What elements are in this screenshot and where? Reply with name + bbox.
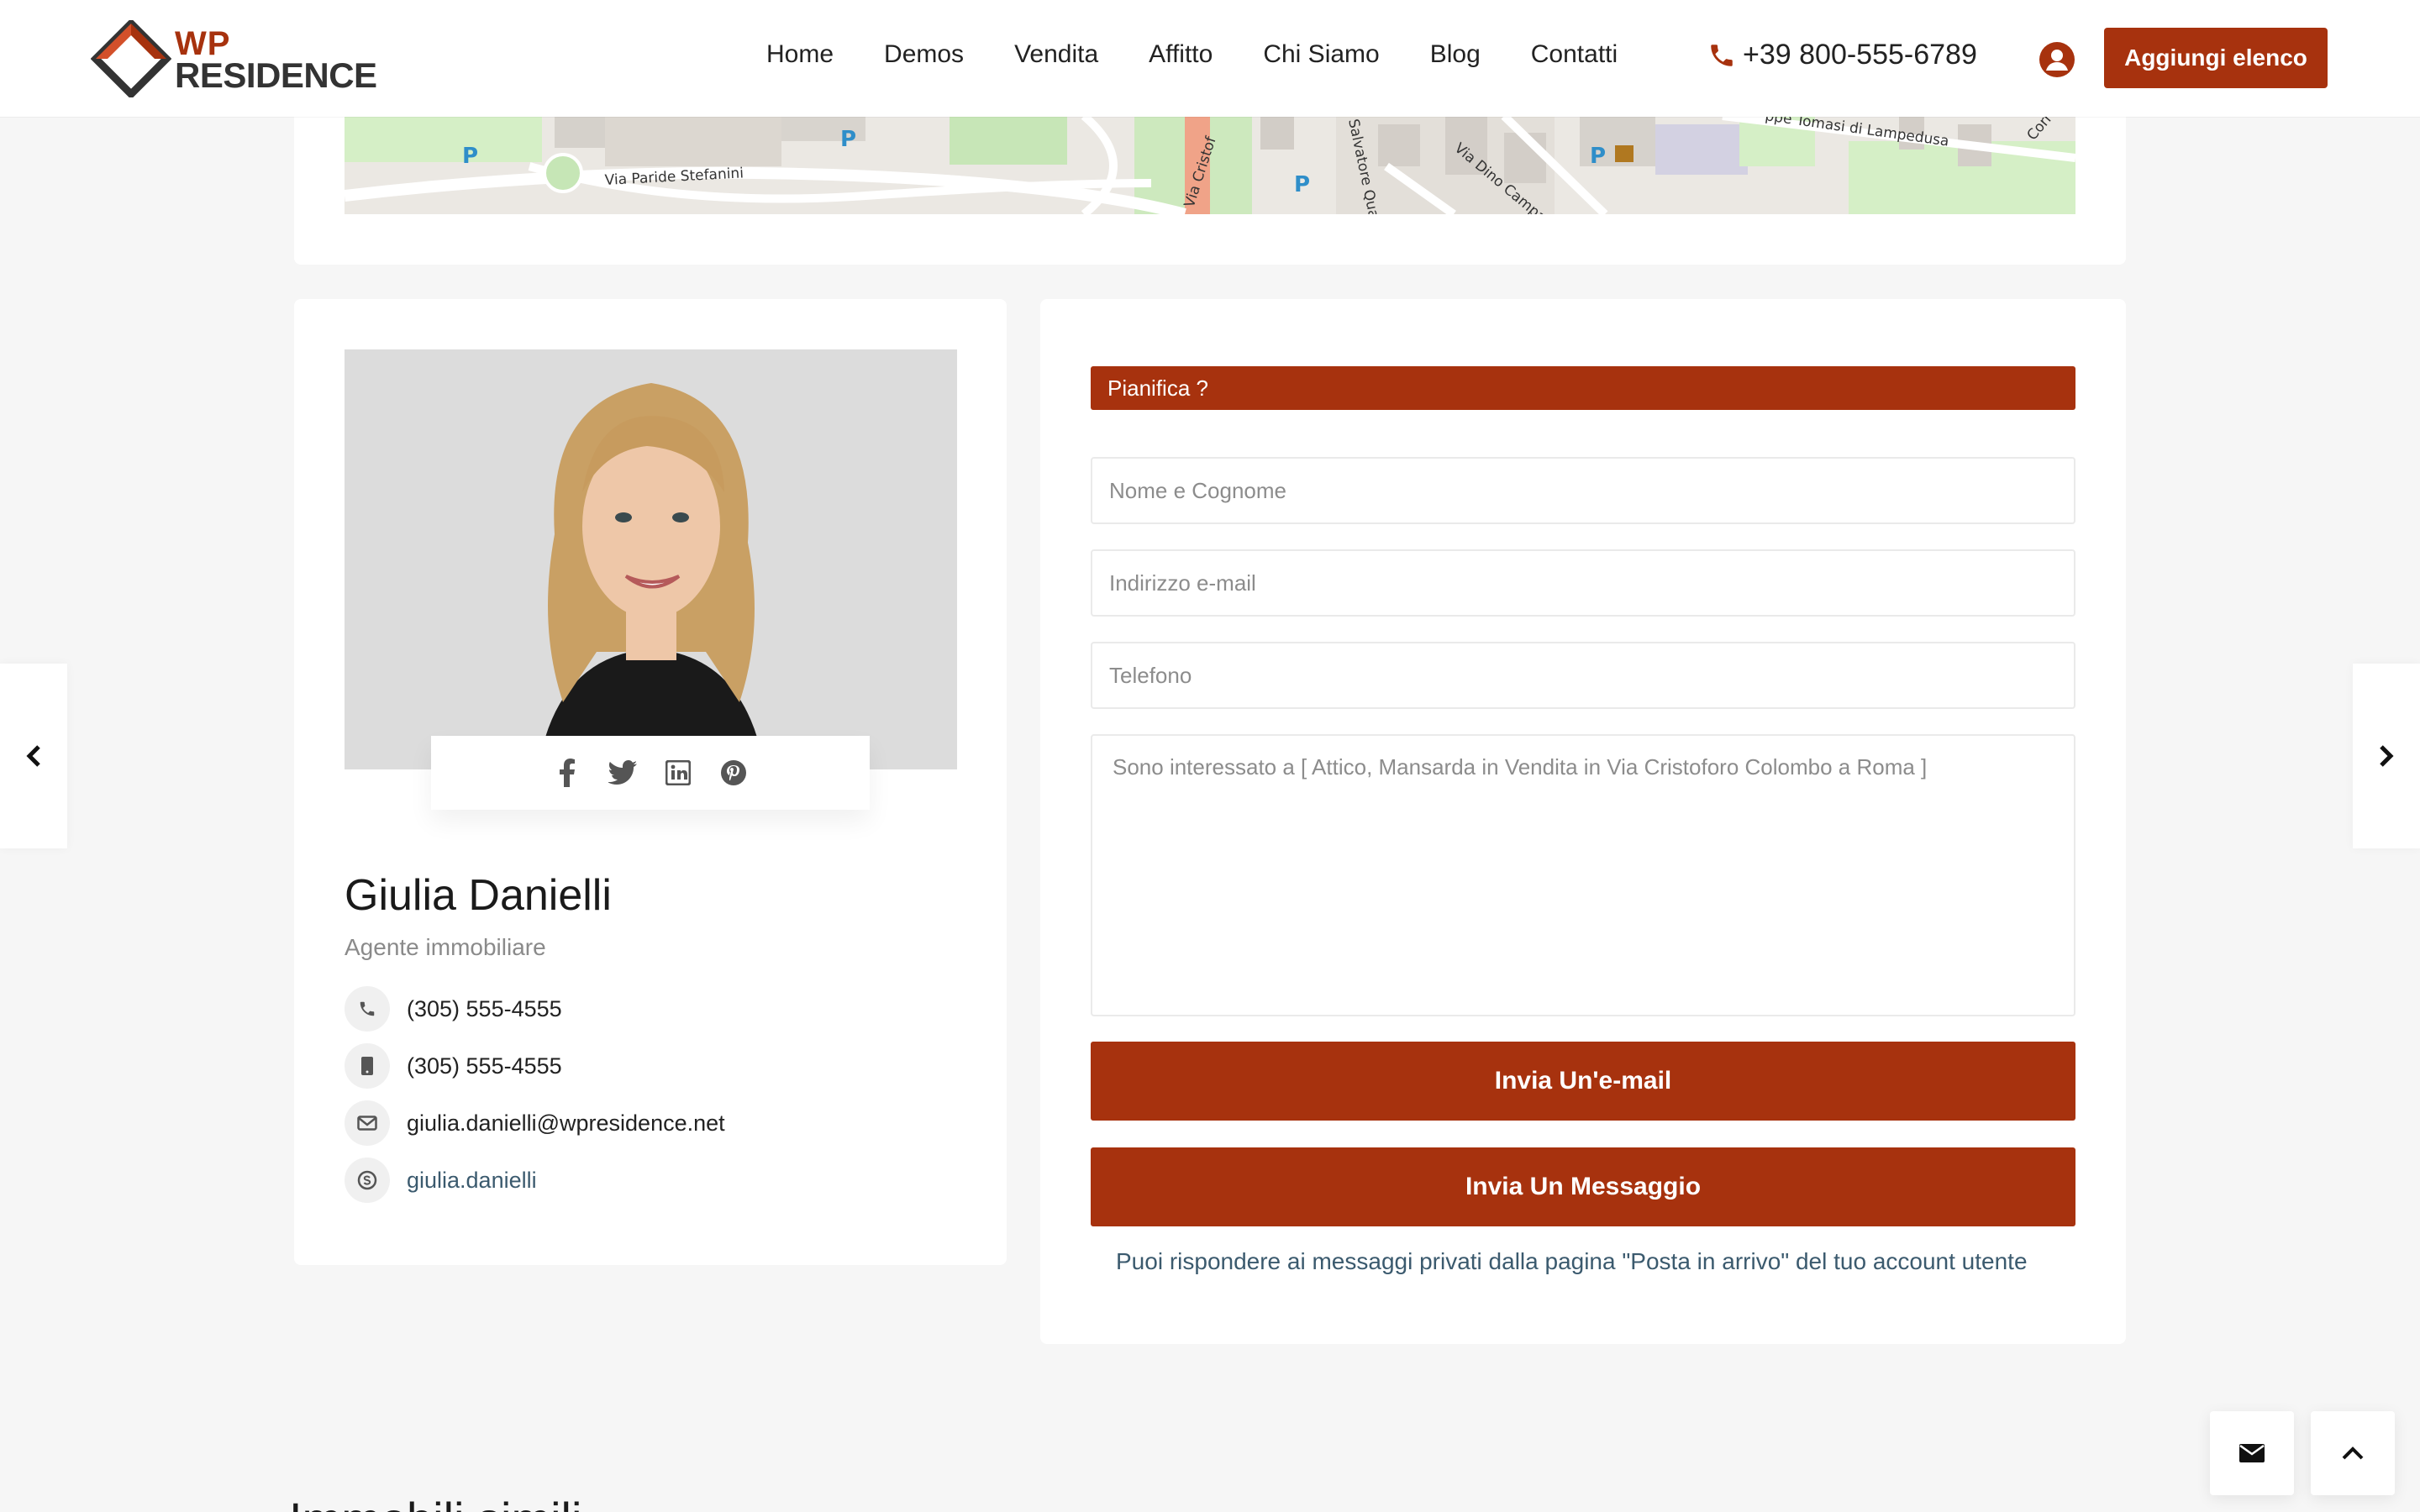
agent-card: Giulia Danielli Agente immobiliare (305)… (294, 299, 1007, 1265)
envelope-icon (345, 1100, 390, 1146)
nav-demos[interactable]: Demos (884, 40, 964, 69)
agent-phone-row[interactable]: (305) 555-4555 (345, 986, 562, 1032)
agent-email-row[interactable]: giulia.danielli@wpresidence.net (345, 1100, 725, 1146)
agent-mobile: (305) 555-4555 (407, 1053, 562, 1079)
agent-photo[interactable] (345, 349, 957, 769)
nav-home[interactable]: Home (766, 40, 834, 69)
next-property-arrow[interactable] (2353, 664, 2420, 848)
logo-text-residence: RESIDENCE (175, 55, 377, 95)
linkedin-icon[interactable] (664, 759, 692, 787)
phone-icon (345, 986, 390, 1032)
envelope-icon (2239, 1444, 2265, 1462)
agent-mobile-row[interactable]: (305) 555-4555 (345, 1043, 562, 1089)
phone-icon (1711, 44, 1733, 66)
nav-vendita[interactable]: Vendita (1014, 40, 1098, 69)
pinterest-icon[interactable] (719, 759, 748, 787)
chevron-right-icon (2380, 745, 2394, 767)
nav-chi-siamo[interactable]: Chi Siamo (1263, 40, 1379, 69)
map-tiles: Via Paride Stefanini Via Cristof Via Din… (345, 116, 2075, 214)
add-listing-button[interactable]: Aggiungi elenco (2104, 28, 2328, 88)
user-account-icon[interactable] (2039, 41, 2075, 78)
similar-properties-heading: Immobili simili (289, 1492, 581, 1512)
email-input[interactable] (1091, 549, 2075, 617)
agent-skype-row[interactable]: giulia.danielli (345, 1158, 537, 1203)
property-map[interactable]: Via Paride Stefanini Via Cristof Via Din… (345, 116, 2075, 214)
message-textarea[interactable]: Sono interessato a [ Attico, Mansarda in… (1091, 734, 2075, 1016)
header-phone-number: +39 800-555-6789 (1743, 39, 1977, 71)
inbox-note: Puoi rispondere ai messaggi privati dall… (1116, 1248, 2028, 1274)
schedule-toggle[interactable]: Pianifica ? (1091, 366, 2075, 410)
agent-email: giulia.danielli@wpresidence.net (407, 1110, 725, 1136)
svg-text:P: P (1590, 144, 1606, 169)
nav-blog[interactable]: Blog (1430, 40, 1481, 69)
agent-name: Giulia Danielli (345, 871, 612, 920)
agent-portrait-image (345, 349, 957, 769)
header-phone[interactable]: +39 800-555-6789 (1707, 39, 1977, 71)
agent-social-bar (431, 736, 870, 810)
send-email-button[interactable]: Invia Un'e-mail (1091, 1042, 2075, 1121)
skype-icon (345, 1158, 390, 1203)
chevron-left-icon (26, 745, 40, 767)
previous-property-arrow[interactable] (0, 664, 67, 848)
agent-phone: (305) 555-4555 (407, 995, 562, 1021)
send-message-button[interactable]: Invia Un Messaggio (1091, 1147, 2075, 1226)
back-to-top-button[interactable] (2311, 1411, 2395, 1495)
svg-text:P: P (462, 144, 478, 169)
svg-text:P: P (1294, 172, 1310, 197)
contact-float-button[interactable] (2210, 1411, 2294, 1495)
chevron-up-icon (2342, 1446, 2364, 1460)
logo-diamond-icon (91, 20, 171, 97)
mobile-icon (345, 1043, 390, 1089)
agent-skype: giulia.danielli (407, 1167, 537, 1193)
nav-contatti[interactable]: Contatti (1531, 40, 1618, 69)
twitter-icon[interactable] (608, 759, 637, 787)
site-logo[interactable]: WP RESIDENCE (91, 20, 377, 97)
phone-input[interactable] (1091, 642, 2075, 709)
nav-affitto[interactable]: Affitto (1149, 40, 1213, 69)
agent-title: Agente immobiliare (345, 934, 546, 960)
site-header: WP RESIDENCE Home Demos Vendita Affitto … (0, 0, 2420, 117)
svg-text:P: P (840, 127, 856, 152)
name-input[interactable] (1091, 457, 2075, 524)
facebook-icon[interactable] (553, 759, 581, 787)
main-nav: Home Demos Vendita Affitto Chi Siamo Blo… (766, 40, 1668, 69)
contact-form-card: Pianifica ? Sono interessato a [ Attico,… (1040, 299, 2126, 1344)
